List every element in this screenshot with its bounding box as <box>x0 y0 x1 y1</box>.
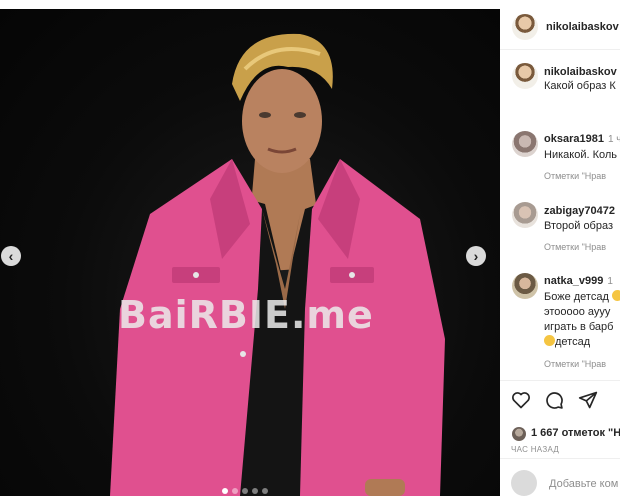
comment-text-line: Боже детсад <box>544 290 620 305</box>
comment-text: Второй образ <box>544 220 614 232</box>
chevron-right-icon: › <box>473 248 479 264</box>
comment-text: Никакой. Коль <box>544 149 618 161</box>
header-username[interactable]: nikolaibaskov <box>546 21 619 33</box>
comment-time: 1 ч <box>607 134 620 145</box>
comments-panel: nikolaibaskov nikolaibaskov Какой образ … <box>500 9 620 496</box>
comment-likes-link[interactable]: Отметки "Нрав <box>544 171 606 181</box>
likes-count[interactable]: 1 667 отметок "Н <box>531 427 620 439</box>
comment-username[interactable]: zabigay70472 <box>544 205 615 217</box>
chevron-left-icon: ‹ <box>8 248 14 264</box>
commenter-avatar[interactable] <box>512 131 538 157</box>
caption-text: Какой образ К <box>544 80 616 92</box>
post-media[interactable]: BaiRBIE.me ‹ › <box>0 9 500 496</box>
comment-text-line: детсад <box>544 335 590 350</box>
post-header: nikolaibaskov <box>500 9 620 50</box>
caption-username[interactable]: nikolaibaskov <box>544 66 617 78</box>
commenter-avatar[interactable] <box>512 273 538 299</box>
caption-avatar[interactable] <box>512 63 538 89</box>
author-avatar[interactable] <box>512 14 538 40</box>
carousel-next-button[interactable]: › <box>466 246 486 266</box>
heart-icon[interactable] <box>511 390 531 410</box>
smiley-icon[interactable] <box>511 470 537 496</box>
carousel-indicator <box>222 488 268 494</box>
comment-likes-link[interactable]: Отметки "Нрав <box>544 242 606 252</box>
comment-text-line: этооооо аууу <box>544 306 611 318</box>
emoji-icon <box>544 335 555 346</box>
post-image <box>110 33 445 496</box>
divider <box>500 458 620 459</box>
divider <box>500 380 620 381</box>
liker-avatar <box>512 427 526 441</box>
carousel-dot <box>252 488 258 494</box>
post-time: ЧАС НАЗАД <box>511 445 560 454</box>
carousel-dot <box>242 488 248 494</box>
send-icon[interactable] <box>578 390 598 410</box>
comment-likes-link[interactable]: Отметки "Нрав <box>544 359 606 369</box>
comment-time: 1 <box>607 276 613 287</box>
carousel-dot <box>262 488 268 494</box>
watermark-text: BaiRBIE.me <box>118 293 374 337</box>
carousel-dot <box>232 488 238 494</box>
comment-text-line: играть в барб <box>544 321 614 333</box>
commenter-avatar[interactable] <box>512 202 538 228</box>
emoji-icon <box>611 290 620 301</box>
add-comment-input[interactable]: Добавьте ком <box>549 477 618 492</box>
carousel-prev-button[interactable]: ‹ <box>1 246 21 266</box>
carousel-dot <box>222 488 228 494</box>
comment-username[interactable]: oksara1981 1 ч <box>544 133 620 145</box>
comment-icon[interactable] <box>544 390 564 410</box>
comment-username[interactable]: natka_v999 1 <box>544 275 613 287</box>
